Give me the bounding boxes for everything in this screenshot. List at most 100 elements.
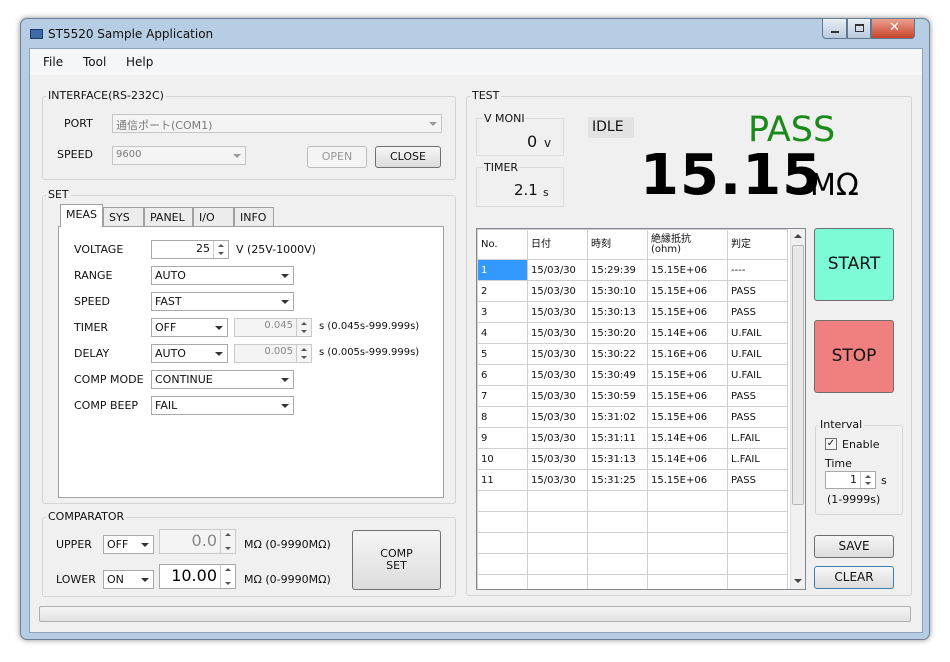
table-cell: 15.14E+06 xyxy=(647,322,728,344)
table-cell xyxy=(587,532,648,554)
enable-label: Enable xyxy=(842,438,880,451)
chevron-down-icon xyxy=(281,404,289,408)
comp-set-line2: SET xyxy=(386,559,407,572)
delay-label: DELAY xyxy=(74,347,110,360)
vmoni-label: V MONI xyxy=(484,112,525,125)
column-header[interactable]: 判定 xyxy=(727,229,788,260)
table-row-empty[interactable] xyxy=(477,574,788,589)
start-button[interactable]: START xyxy=(814,228,894,301)
table-cell: 15/03/30 xyxy=(527,259,588,281)
table-scrollbar[interactable] xyxy=(790,229,805,589)
table-cell: 15:30:20 xyxy=(587,322,648,344)
table-cell: 10 xyxy=(477,448,528,470)
close-port-button[interactable]: CLOSE xyxy=(375,146,441,168)
table-cell: 7 xyxy=(477,385,528,407)
column-header[interactable]: 日付 xyxy=(527,229,588,260)
interval-time-spinner[interactable]: 1 xyxy=(825,471,876,489)
upper-mode-combo[interactable]: OFF xyxy=(103,535,154,554)
maximize-button[interactable] xyxy=(847,19,871,39)
spinner-arrows-icon[interactable] xyxy=(220,565,235,588)
table-row[interactable]: 11 15/03/30 15:31:25 15.15E+06 PASS xyxy=(477,469,788,491)
table-row-empty[interactable] xyxy=(477,553,788,575)
table-row[interactable]: 10 15/03/30 15:31:13 15.14E+06 L.FAIL xyxy=(477,448,788,470)
table-cell: 6 xyxy=(477,364,528,386)
spinner-arrows-icon[interactable] xyxy=(213,241,228,258)
tab-sys[interactable]: SYS xyxy=(103,207,144,226)
table-row[interactable]: 5 15/03/30 15:30:22 15.16E+06 U.FAIL xyxy=(477,343,788,365)
table-cell: 2 xyxy=(477,280,528,302)
chevron-down-icon xyxy=(215,352,223,356)
comp-mode-combo[interactable]: CONTINUE xyxy=(151,370,294,389)
save-button[interactable]: SAVE xyxy=(814,535,894,558)
spinner-arrows-icon[interactable] xyxy=(296,345,311,362)
table-row[interactable]: 6 15/03/30 15:30:49 15.15E+06 U.FAIL xyxy=(477,364,788,386)
menu-file[interactable]: File xyxy=(43,55,63,69)
port-combo[interactable]: 通信ポート(COM1) xyxy=(112,114,442,133)
table-row[interactable]: 7 15/03/30 15:30:59 15.15E+06 PASS xyxy=(477,385,788,407)
table-row[interactable]: 8 15/03/30 15:31:02 15.15E+06 PASS xyxy=(477,406,788,428)
table-cell: 15:31:25 xyxy=(587,469,648,491)
upper-value-spinner[interactable]: 0.0 xyxy=(159,529,236,554)
clear-button[interactable]: CLEAR xyxy=(814,566,894,589)
table-cell xyxy=(477,532,528,554)
menu-tool[interactable]: Tool xyxy=(83,55,106,69)
delay-spinner[interactable]: 0.005 xyxy=(234,344,312,363)
spinner-arrows-icon[interactable] xyxy=(220,530,235,553)
tab-panel[interactable]: PANEL xyxy=(144,207,193,226)
column-header[interactable]: 時刻 xyxy=(587,229,648,260)
time-range: (1-9999s) xyxy=(827,493,881,506)
enable-checkbox[interactable]: ✓ xyxy=(825,438,837,450)
scroll-up-icon[interactable] xyxy=(794,234,802,238)
column-header[interactable]: No. xyxy=(477,229,528,260)
timer-mode-combo[interactable]: OFF xyxy=(151,318,228,337)
table-row[interactable]: 2 15/03/30 15:30:10 15.15E+06 PASS xyxy=(477,280,788,302)
scrollbar-thumb[interactable] xyxy=(792,245,804,505)
test-group-title: TEST xyxy=(470,89,502,102)
table-cell: 15/03/30 xyxy=(527,280,588,302)
tab-info[interactable]: INFO xyxy=(234,207,274,226)
lower-value-spinner[interactable]: 10.00 xyxy=(159,564,236,589)
lower-mode-combo[interactable]: ON xyxy=(103,570,154,589)
range-combo[interactable]: AUTO xyxy=(151,266,294,285)
speed-combo[interactable]: 9600 xyxy=(112,146,246,165)
table-cell: 8 xyxy=(477,406,528,428)
column-header[interactable]: 絶縁抵抗 (ohm) xyxy=(647,229,728,260)
comp-set-button[interactable]: COMP SET xyxy=(352,530,441,590)
table-row-empty[interactable] xyxy=(477,532,788,554)
meas-speed-combo[interactable]: FAST xyxy=(151,292,294,311)
table-row[interactable]: 9 15/03/30 15:31:11 15.14E+06 L.FAIL xyxy=(477,427,788,449)
table-row[interactable]: 1 15/03/30 15:29:39 15.15E+06 ---- xyxy=(477,259,788,281)
interface-group-title: INTERFACE(RS-232C) xyxy=(46,89,166,102)
voltage-spinner[interactable]: 25 xyxy=(151,240,229,259)
voltage-label: VOLTAGE xyxy=(74,243,124,256)
set-group-title: SET xyxy=(46,188,71,201)
scroll-down-icon[interactable] xyxy=(794,579,802,583)
reading-value: 15.15 xyxy=(640,143,823,208)
table-cell: 4 xyxy=(477,322,528,344)
table-row[interactable]: 4 15/03/30 15:30:20 15.14E+06 U.FAIL xyxy=(477,322,788,344)
tab-io[interactable]: I/O xyxy=(193,207,234,226)
close-button[interactable]: ✕ xyxy=(871,19,915,39)
table-cell: 15.15E+06 xyxy=(647,301,728,323)
table-row-empty[interactable] xyxy=(477,511,788,533)
table-cell xyxy=(527,511,588,533)
open-button[interactable]: OPEN xyxy=(307,146,367,168)
comp-beep-combo[interactable]: FAIL xyxy=(151,396,294,415)
menu-help[interactable]: Help xyxy=(126,55,153,69)
table-row-empty[interactable] xyxy=(477,490,788,512)
timer-spinner[interactable]: 0.045 xyxy=(234,318,312,337)
table-cell xyxy=(647,490,728,512)
table-row[interactable]: 3 15/03/30 15:30:13 15.15E+06 PASS xyxy=(477,301,788,323)
stop-button[interactable]: STOP xyxy=(814,320,894,393)
minimize-button[interactable] xyxy=(822,19,847,39)
table-cell: 15:29:39 xyxy=(587,259,648,281)
table-cell xyxy=(647,511,728,533)
tab-meas[interactable]: MEAS xyxy=(60,204,103,227)
time-label: Time xyxy=(825,457,852,470)
delay-mode-combo[interactable]: AUTO xyxy=(151,344,228,363)
results-table[interactable]: No. 日付 時刻 絶縁抵抗 (ohm) 判定 1 15/03/30 15:29:39 15.… xyxy=(476,228,806,590)
spinner-arrows-icon[interactable] xyxy=(860,472,875,488)
window-title: ST5520 Sample Application xyxy=(48,27,214,41)
table-cell: 15:31:02 xyxy=(587,406,648,428)
spinner-arrows-icon[interactable] xyxy=(296,319,311,336)
